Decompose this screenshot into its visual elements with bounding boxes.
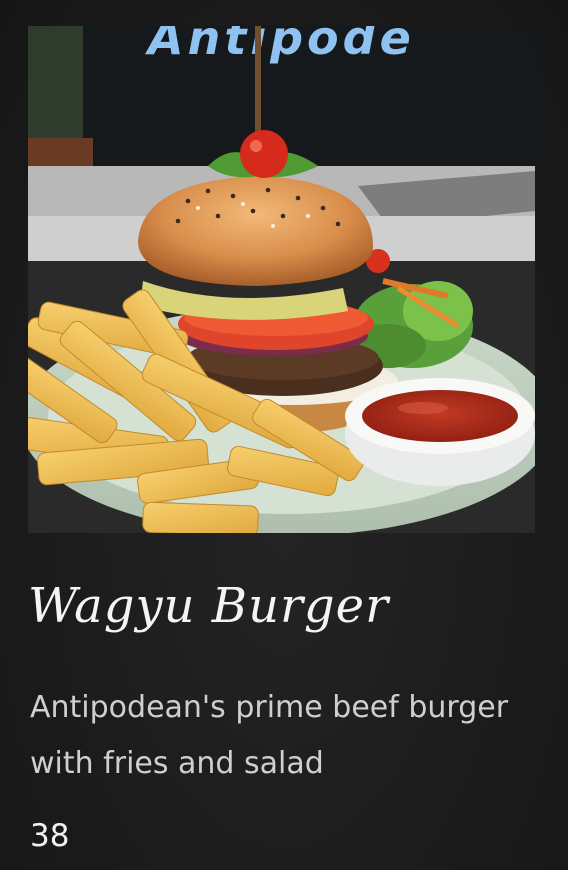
menu-item-card[interactable]: Antipode Wagyu Burger Antipodean's prime…	[0, 0, 568, 870]
sign-text: Antipode	[145, 26, 415, 65]
svg-text:Antipode: Antipode	[145, 26, 415, 65]
item-title: Wagyu Burger	[28, 578, 390, 634]
item-description: Antipodean's prime beef burger with frie…	[30, 690, 509, 781]
item-price: 38	[30, 818, 70, 854]
burger-photo: Antipode	[28, 26, 535, 533]
